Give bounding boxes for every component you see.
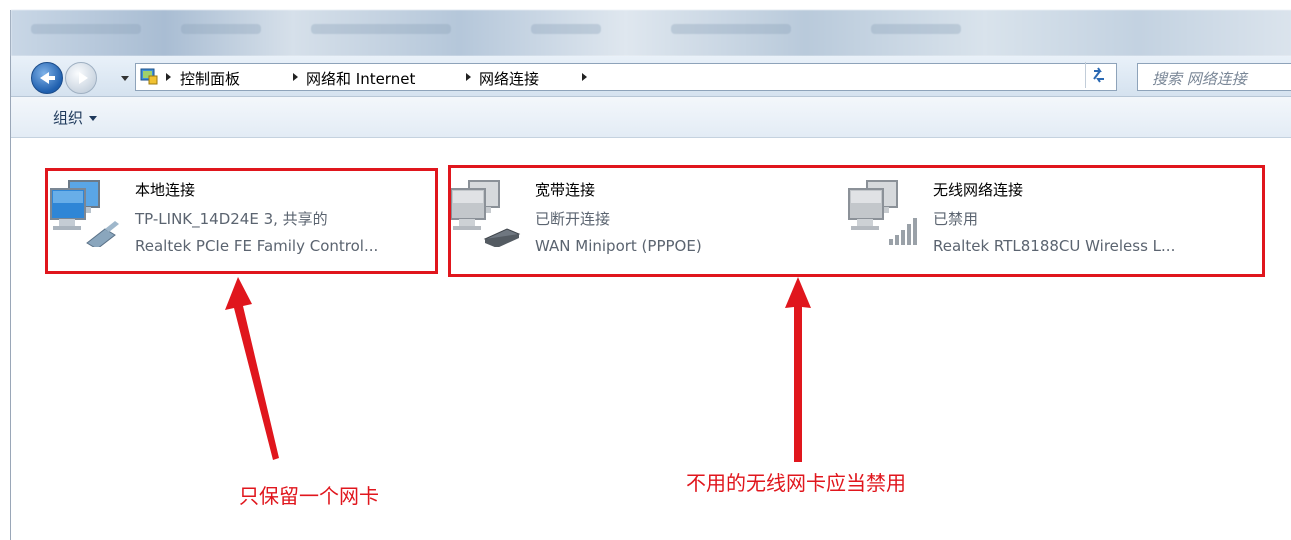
annotation-disable-wireless: 不用的无线网卡应当禁用 [686,471,906,495]
annotation-keep-one-adapter: 只保留一个网卡 [239,484,379,508]
explorer-window: 控制面板 网络和 Internet 网络连接 搜索 网络连接 组织 本地连接 T… [10,10,1291,540]
arrow-up-icon [785,277,811,462]
annotation-arrows [225,277,811,462]
arrow-up-icon [225,277,279,460]
